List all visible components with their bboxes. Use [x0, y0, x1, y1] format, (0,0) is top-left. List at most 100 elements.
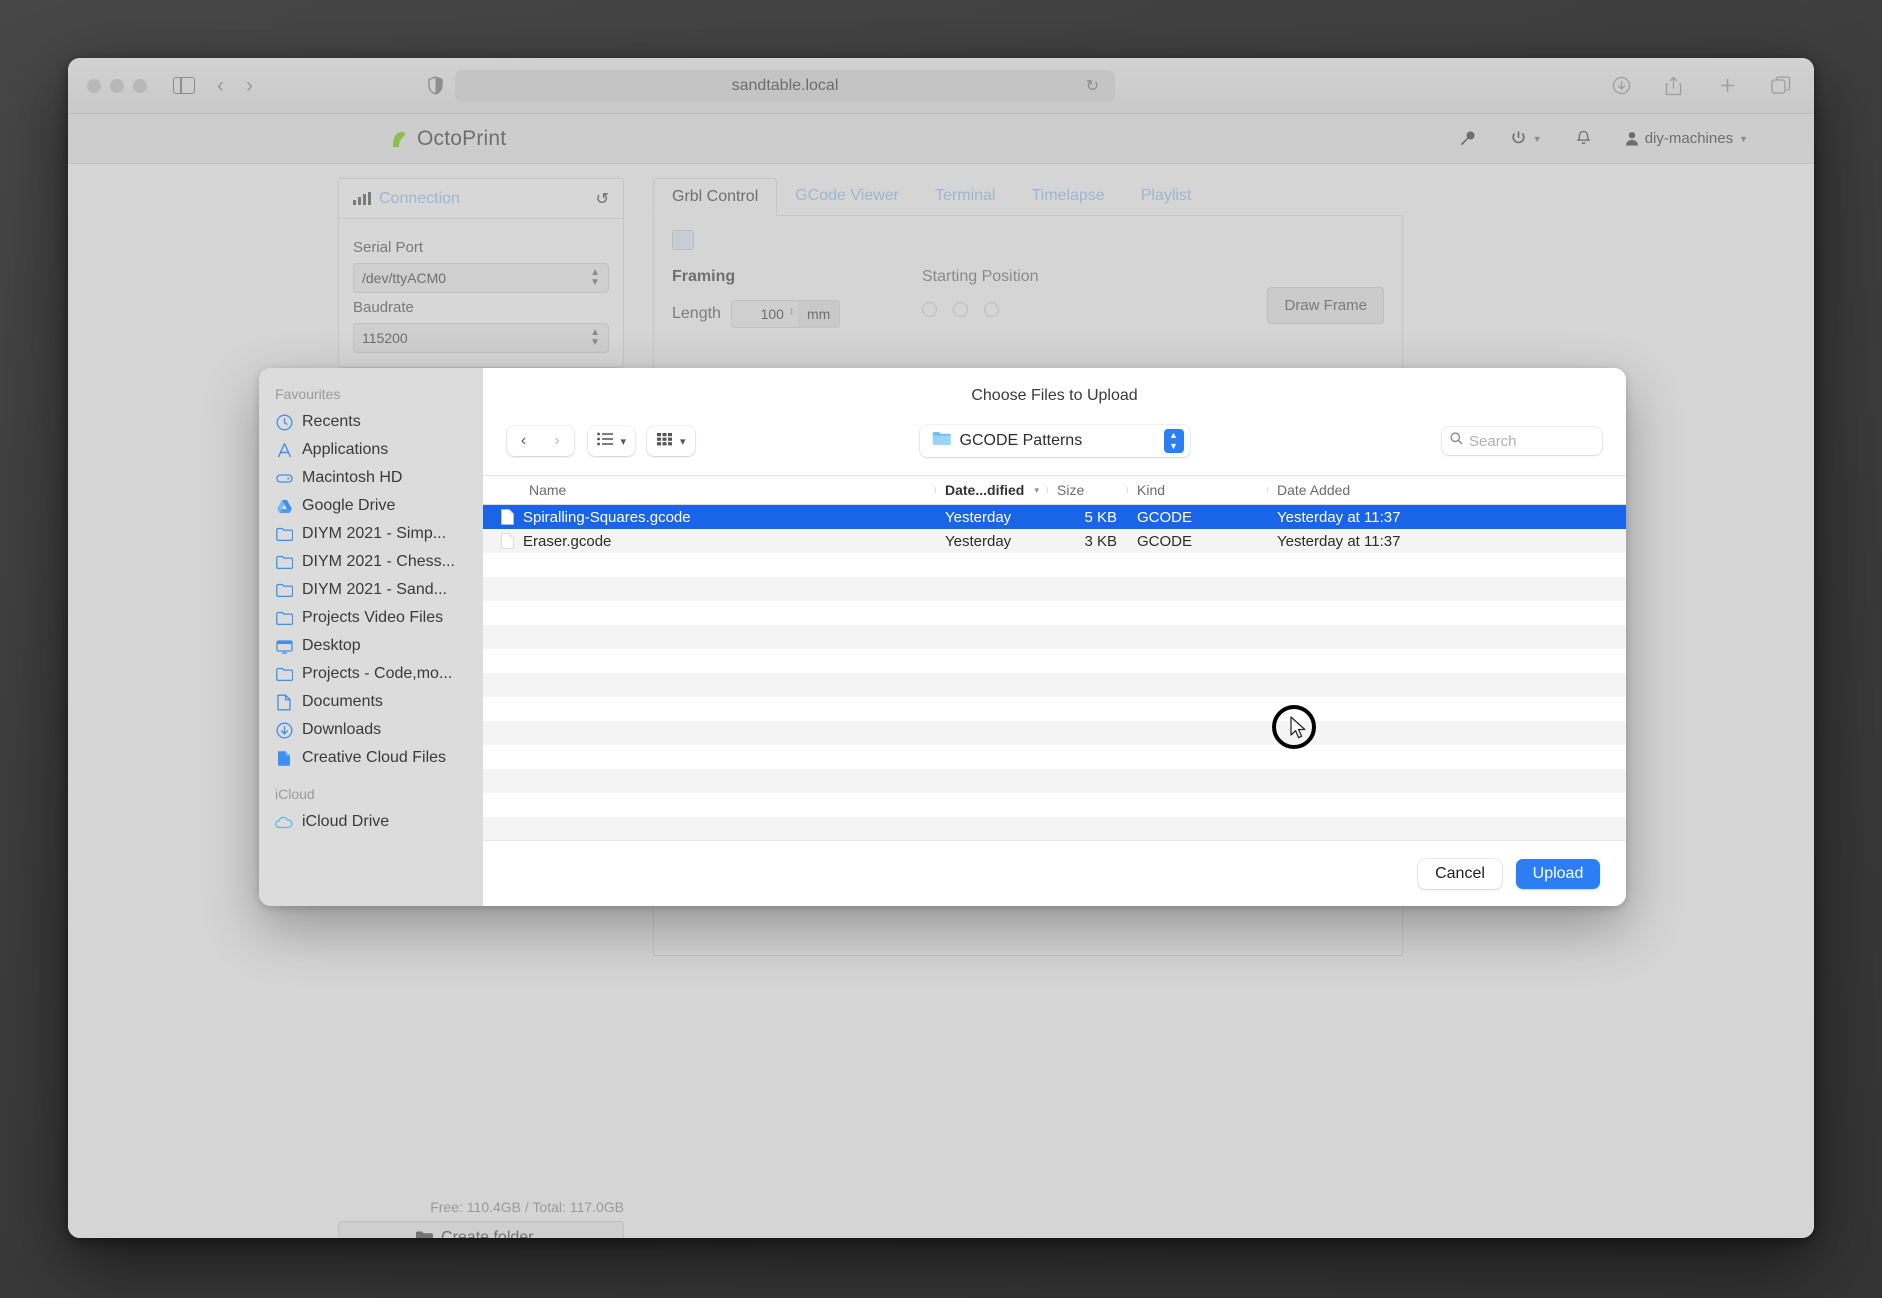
cancel-button[interactable]: Cancel	[1418, 859, 1502, 889]
grbl-toggle-icon[interactable]	[672, 230, 694, 250]
upload-button[interactable]: Upload	[1516, 859, 1600, 889]
sidebar-item-diym-2021-chess[interactable]: DIYM 2021 - Chess...	[259, 548, 483, 576]
empty-row	[483, 745, 1626, 769]
search-icon	[1450, 432, 1463, 450]
column-header-date-modified[interactable]: Date...dified ▾	[935, 482, 1047, 498]
column-header-size[interactable]: Size	[1047, 482, 1127, 498]
sidebar-item-creative-cloud-files[interactable]: Creative Cloud Files	[259, 744, 483, 772]
file-name-cell: Eraser.gcode	[483, 533, 935, 550]
settings-wrench-icon[interactable]	[1459, 130, 1476, 147]
create-folder-label: Create folder...	[441, 1229, 546, 1238]
sidebar-toggle-icon[interactable]	[173, 77, 195, 94]
zoom-window-button[interactable]	[133, 79, 147, 93]
document-icon	[275, 693, 293, 711]
tab-overview-icon[interactable]	[1771, 76, 1790, 95]
empty-row	[483, 769, 1626, 793]
user-menu[interactable]: diy-machines ▼	[1625, 130, 1748, 147]
table-row[interactable]: Spiralling-Squares.gcode Yesterday 5 KB …	[483, 505, 1626, 529]
share-icon[interactable]	[1665, 76, 1684, 95]
search-placeholder: Search	[1469, 433, 1517, 450]
tab-gcode-viewer[interactable]: GCode Viewer	[777, 178, 917, 215]
back-icon[interactable]: ‹	[507, 426, 540, 456]
sidebar-item-google-drive[interactable]: Google Drive	[259, 492, 483, 520]
chevron-down-icon: ▾	[1034, 485, 1039, 496]
tab-grbl-control[interactable]: Grbl Control	[653, 178, 777, 216]
empty-row	[483, 625, 1626, 649]
sidebar-item-diym-2021-simp[interactable]: DIYM 2021 - Simp...	[259, 520, 483, 548]
search-input[interactable]: Search	[1442, 427, 1602, 455]
file-size-cell: 5 KB	[1047, 509, 1127, 526]
dialog-footer: Cancel Upload	[483, 840, 1626, 906]
folder-icon	[275, 609, 293, 627]
file-list[interactable]: Spiralling-Squares.gcode Yesterday 5 KB …	[483, 505, 1626, 840]
start-pos-option-1[interactable]	[922, 302, 937, 317]
sidebar-item-applications[interactable]: Applications	[259, 436, 483, 464]
octoprint-header: OctoPrint ▼ diy-machines	[68, 114, 1814, 164]
draw-frame-button[interactable]: Draw Frame	[1267, 287, 1384, 324]
file-name-cell: Spiralling-Squares.gcode	[483, 509, 935, 526]
browser-toolbar-right	[1612, 76, 1790, 95]
file-kind-cell: GCODE	[1127, 533, 1267, 550]
back-icon[interactable]: ‹	[217, 75, 224, 96]
empty-row	[483, 673, 1626, 697]
start-pos-option-3[interactable]	[984, 302, 999, 317]
start-pos-option-2[interactable]	[953, 302, 968, 317]
tab-terminal[interactable]: Terminal	[917, 178, 1013, 215]
column-header-kind[interactable]: Kind	[1127, 482, 1267, 498]
downloads-icon[interactable]	[1612, 76, 1631, 95]
reload-icon[interactable]: ↻	[1086, 76, 1099, 96]
octoprint-body: Connection ↺ Serial Port /dev/ttyACM0 ▲▼…	[68, 164, 1814, 188]
sidebar-item-icloud-drive[interactable]: iCloud Drive	[259, 808, 483, 836]
sidebar-item-projects-code[interactable]: Projects - Code,mo...	[259, 660, 483, 688]
notifications-bell-icon[interactable]	[1576, 130, 1591, 147]
sidebar-item-documents[interactable]: Documents	[259, 688, 483, 716]
file-chooser-dialog: Favourites Recents Applications Macintos…	[259, 368, 1626, 906]
serial-port-select[interactable]: /dev/ttyACM0 ▲▼	[353, 263, 609, 293]
length-value[interactable]: 100↕	[732, 301, 798, 327]
group-by-button[interactable]: ▾	[647, 426, 695, 456]
sidebar-item-projects-video-files[interactable]: Projects Video Files	[259, 604, 483, 632]
tab-playlist[interactable]: Playlist	[1123, 178, 1210, 215]
document-icon	[501, 533, 514, 549]
cloud-icon	[275, 813, 293, 831]
tab-timelapse[interactable]: Timelapse	[1013, 178, 1122, 215]
sidebar-item-diym-2021-sand[interactable]: DIYM 2021 - Sand...	[259, 576, 483, 604]
google-drive-icon	[275, 497, 293, 515]
address-bar[interactable]: sandtable.local ↻	[455, 70, 1115, 102]
close-window-button[interactable]	[87, 79, 101, 93]
forward-icon[interactable]: ›	[246, 75, 253, 96]
file-list-column-headers[interactable]: Name Date...dified ▾ Size Kind Date Adde…	[483, 475, 1626, 505]
baudrate-select[interactable]: 115200 ▲▼	[353, 323, 609, 353]
sidebar-item-label: Desktop	[302, 637, 361, 655]
framing-title: Framing	[672, 268, 922, 286]
sidebar-item-macintosh-hd[interactable]: Macintosh HD	[259, 464, 483, 492]
forward-icon[interactable]: ›	[541, 426, 574, 456]
minimize-window-button[interactable]	[110, 79, 124, 93]
connection-panel-header: Connection ↺	[339, 179, 623, 219]
octoprint-logo[interactable]: OctoPrint	[388, 127, 506, 151]
sidebar-item-label: Macintosh HD	[302, 469, 402, 487]
folder-icon	[416, 1231, 433, 1238]
power-menu[interactable]: ▼	[1510, 130, 1542, 147]
table-row[interactable]: Eraser.gcode Yesterday 3 KB GCODE Yester…	[483, 529, 1626, 553]
window-traffic-lights[interactable]	[87, 79, 147, 93]
path-popup-button[interactable]: GCODE Patterns ▲▼	[920, 425, 1190, 457]
file-chooser-sidebar[interactable]: Favourites Recents Applications Macintos…	[259, 368, 483, 906]
nav-back-forward-group[interactable]: ‹ ›	[507, 426, 574, 456]
column-header-date-added[interactable]: Date Added	[1267, 482, 1626, 498]
stepper-icon[interactable]: ▲▼	[1164, 429, 1184, 453]
starting-position-radios[interactable]	[922, 302, 1222, 317]
octoprint-logo-text: OctoPrint	[417, 127, 506, 151]
new-tab-icon[interactable]	[1718, 76, 1737, 95]
refresh-icon[interactable]: ↺	[596, 189, 609, 209]
view-mode-button[interactable]: ▾	[588, 426, 636, 456]
framing-length-row: Length 100↕ mm	[672, 300, 922, 328]
create-folder-button[interactable]: Create folder...	[338, 1221, 624, 1238]
empty-row	[483, 553, 1626, 577]
length-input-group[interactable]: 100↕ mm	[731, 300, 840, 328]
column-header-name[interactable]: Name	[483, 482, 935, 498]
path-popup-label: GCODE Patterns	[960, 432, 1083, 450]
sidebar-item-desktop[interactable]: Desktop	[259, 632, 483, 660]
sidebar-item-recents[interactable]: Recents	[259, 408, 483, 436]
sidebar-item-downloads[interactable]: Downloads	[259, 716, 483, 744]
